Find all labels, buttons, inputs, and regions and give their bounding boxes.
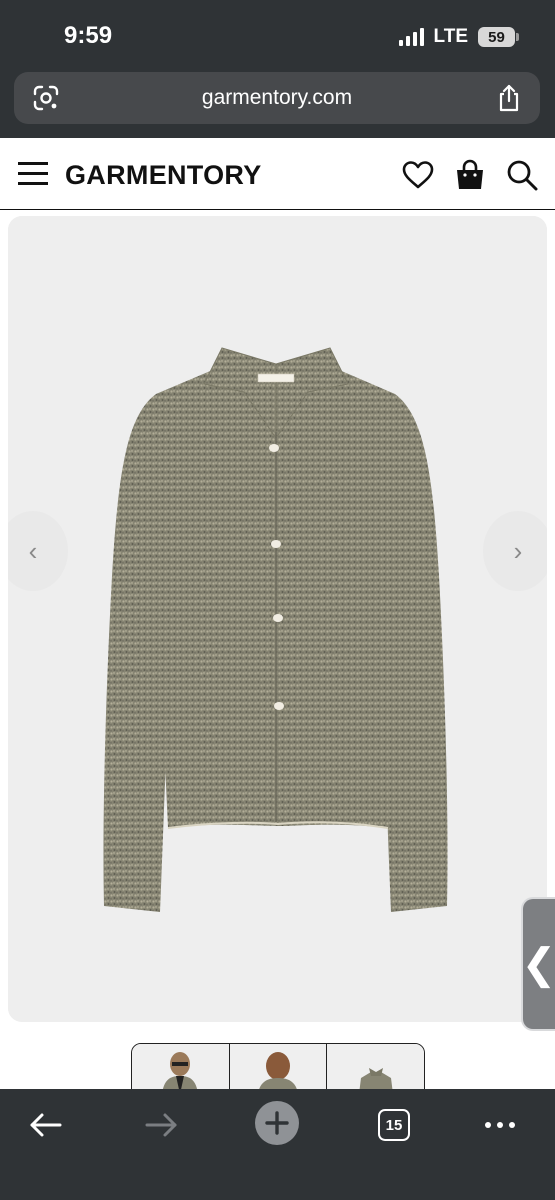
battery-icon: 59 bbox=[478, 27, 519, 47]
side-panel-tab[interactable]: ❮ bbox=[521, 897, 555, 1031]
browser-bottom-toolbar: 15 bbox=[0, 1089, 555, 1200]
tabs-button[interactable]: 15 bbox=[376, 1105, 412, 1145]
signal-icon bbox=[398, 28, 424, 46]
thumbnail-strip bbox=[131, 1043, 425, 1093]
chevron-left-icon: ❮ bbox=[521, 940, 555, 987]
thumbnail-flat-view[interactable] bbox=[327, 1044, 424, 1092]
site-header: GARMENTORY bbox=[0, 138, 555, 210]
next-image-button[interactable]: › bbox=[483, 511, 547, 591]
product-image[interactable] bbox=[8, 216, 547, 1022]
battery-level: 59 bbox=[488, 28, 505, 46]
share-icon[interactable] bbox=[496, 84, 522, 112]
product-image-gallery[interactable]: ‹ › bbox=[8, 216, 547, 1022]
status-indicators: LTE 59 bbox=[398, 26, 519, 48]
status-time: 9:59 bbox=[64, 22, 113, 49]
network-label: LTE bbox=[433, 26, 468, 47]
back-arrow-icon[interactable] bbox=[26, 1105, 66, 1145]
url-text[interactable]: garmentory.com bbox=[14, 86, 540, 110]
browser-top-chrome: 9:59 LTE 59 garmentory.com bbox=[0, 0, 555, 138]
tab-count: 15 bbox=[378, 1109, 410, 1141]
forward-arrow-icon[interactable] bbox=[141, 1105, 181, 1145]
new-tab-button[interactable] bbox=[255, 1101, 299, 1145]
thumbnail-model-front[interactable] bbox=[132, 1044, 230, 1092]
heart-icon[interactable] bbox=[401, 158, 435, 192]
hamburger-icon[interactable] bbox=[18, 162, 48, 186]
shopping-bag-icon[interactable] bbox=[453, 158, 487, 192]
address-bar[interactable]: garmentory.com bbox=[14, 72, 540, 124]
more-options-icon[interactable] bbox=[482, 1105, 518, 1145]
plus-icon bbox=[255, 1101, 299, 1145]
search-icon[interactable] bbox=[505, 158, 539, 192]
brand-logo[interactable]: GARMENTORY bbox=[65, 160, 262, 191]
thumbnail-model-back[interactable] bbox=[229, 1044, 328, 1092]
